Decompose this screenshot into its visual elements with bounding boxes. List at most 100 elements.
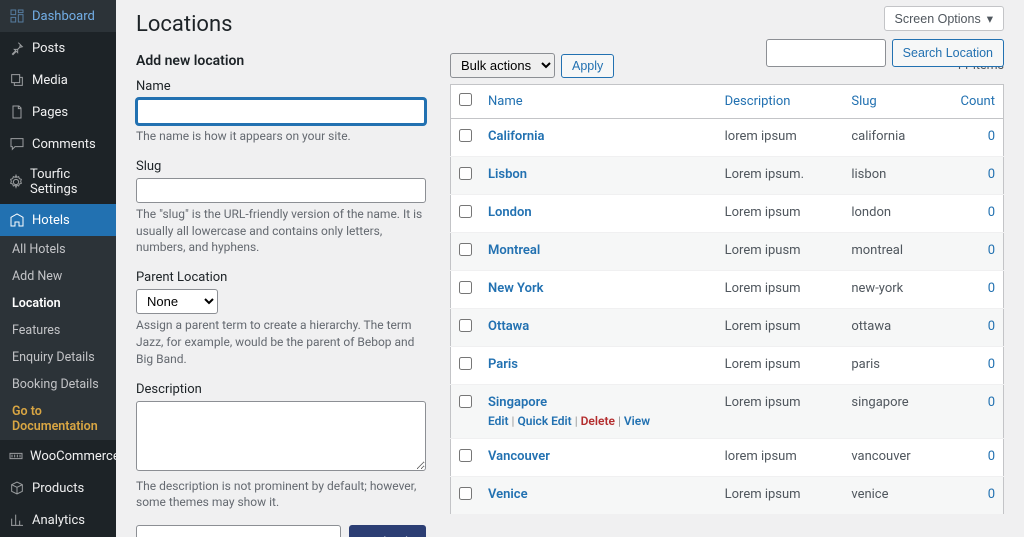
slug-input[interactable] xyxy=(136,178,426,203)
location-name-link[interactable]: Singapore xyxy=(488,395,547,410)
table-row: London Lorem ipsumlondon 0 xyxy=(451,195,1004,233)
parent-label: Parent Location xyxy=(136,270,426,285)
row-checkbox[interactable] xyxy=(459,487,472,500)
location-count-link[interactable]: 0 xyxy=(988,167,995,182)
location-description: Lorem ipsum xyxy=(717,195,844,233)
sidebar-item-woocommerce[interactable]: WooCommerce xyxy=(0,440,116,472)
sidebar-item-comments[interactable]: Comments xyxy=(0,128,116,160)
location-name-link[interactable]: Ottawa xyxy=(488,319,529,334)
bulk-actions-select[interactable]: Bulk actions xyxy=(450,53,555,78)
location-count-link[interactable]: 0 xyxy=(988,281,995,296)
location-description: Lorem ipsum xyxy=(717,385,844,439)
sidebar-item-label: Analytics xyxy=(32,513,85,528)
location-description: lorem ipsum xyxy=(717,439,844,477)
apply-button[interactable]: Apply xyxy=(561,54,614,78)
quick-edit-link[interactable]: Quick Edit xyxy=(517,414,571,428)
upload-button[interactable]: Upload xyxy=(349,525,426,537)
location-count-link[interactable]: 0 xyxy=(988,395,995,410)
location-description: Lorem ipsum xyxy=(717,271,844,309)
main-content: Screen Options ▾ Search Location Locatio… xyxy=(116,0,1024,537)
submenu-item-go-to-documentation[interactable]: Go to Documentation xyxy=(0,398,116,440)
row-checkbox[interactable] xyxy=(459,281,472,294)
row-checkbox[interactable] xyxy=(459,449,472,462)
name-input[interactable] xyxy=(136,98,426,125)
chart-icon xyxy=(8,511,26,529)
sidebar-item-label: Posts xyxy=(32,41,65,56)
sidebar-item-products[interactable]: Products xyxy=(0,472,116,504)
col-head-count[interactable]: Count xyxy=(944,85,1004,119)
col-head-name[interactable]: Name xyxy=(480,85,717,119)
location-count-link[interactable]: 0 xyxy=(988,129,995,144)
location-description: Lorem ipsum xyxy=(717,309,844,347)
parent-select[interactable]: None xyxy=(136,289,218,314)
row-checkbox[interactable] xyxy=(459,395,472,408)
location-name-link[interactable]: Lisbon xyxy=(488,167,527,182)
submenu-item-enquiry-details[interactable]: Enquiry Details xyxy=(0,344,116,371)
woo-icon xyxy=(8,447,24,465)
pin-icon xyxy=(8,39,26,57)
row-checkbox[interactable] xyxy=(459,357,472,370)
search-location-button[interactable]: Search Location xyxy=(892,39,1004,67)
sidebar-item-hotels[interactable]: Hotels xyxy=(0,204,116,236)
location-description: Lorem ipsum xyxy=(717,477,844,515)
row-checkbox[interactable] xyxy=(459,167,472,180)
location-name-link[interactable]: Venice xyxy=(488,487,528,502)
media-icon xyxy=(8,71,26,89)
location-count-link[interactable]: 0 xyxy=(988,243,995,258)
location-name-link[interactable]: Vancouver xyxy=(488,449,550,464)
dashboard-icon xyxy=(8,7,26,25)
location-count-link[interactable]: 0 xyxy=(988,205,995,220)
location-slug: ottawa xyxy=(843,309,943,347)
upload-input[interactable] xyxy=(136,525,341,537)
sidebar-item-pages[interactable]: Pages xyxy=(0,96,116,128)
location-description: lorem ipsum xyxy=(717,119,844,157)
location-name-link[interactable]: Paris xyxy=(488,357,518,372)
sidebar-item-label: Products xyxy=(32,481,84,496)
location-name-link[interactable]: London xyxy=(488,205,532,220)
submenu-item-add-new[interactable]: Add New xyxy=(0,263,116,290)
location-name-link[interactable]: Montreal xyxy=(488,243,540,258)
row-checkbox[interactable] xyxy=(459,129,472,142)
location-count-link[interactable]: 0 xyxy=(988,319,995,334)
sidebar-item-posts[interactable]: Posts xyxy=(0,32,116,64)
location-slug: paris xyxy=(843,347,943,385)
search-input[interactable] xyxy=(766,39,886,67)
add-location-form: Add new location Name The name is how it… xyxy=(136,53,426,537)
location-name-link[interactable]: California xyxy=(488,129,545,144)
sidebar-item-dashboard[interactable]: Dashboard xyxy=(0,0,116,32)
location-count-link[interactable]: 0 xyxy=(988,449,995,464)
row-checkbox[interactable] xyxy=(459,243,472,256)
location-slug: lisbon xyxy=(843,157,943,195)
location-name-link[interactable]: New York xyxy=(488,281,544,296)
location-count-link[interactable]: 0 xyxy=(988,487,995,502)
sidebar-item-label: WooCommerce xyxy=(30,449,116,464)
sidebar-item-analytics[interactable]: Analytics xyxy=(0,504,116,536)
location-slug: montreal xyxy=(843,233,943,271)
location-description: Lorem ipsum xyxy=(717,347,844,385)
submenu-item-all-hotels[interactable]: All Hotels xyxy=(0,236,116,263)
submenu-item-location[interactable]: Location xyxy=(0,290,116,317)
page-icon xyxy=(8,103,26,121)
location-slug: singapore xyxy=(843,385,943,439)
submenu-item-features[interactable]: Features xyxy=(0,317,116,344)
edit-link[interactable]: Edit xyxy=(488,414,509,428)
sidebar-item-label: Media xyxy=(32,73,68,88)
description-textarea[interactable] xyxy=(136,401,426,471)
view-link[interactable]: View xyxy=(624,414,650,428)
description-help-text: The description is not prominent by defa… xyxy=(136,478,426,512)
col-head-slug[interactable]: Slug xyxy=(843,85,943,119)
location-slug: london xyxy=(843,195,943,233)
sidebar-item-tourfic-settings[interactable]: Tourfic Settings xyxy=(0,160,116,204)
locations-table: Name Description Slug Count California lo… xyxy=(450,84,1004,515)
col-head-description[interactable]: Description xyxy=(717,85,844,119)
submenu-item-booking-details[interactable]: Booking Details xyxy=(0,371,116,398)
delete-link[interactable]: Delete xyxy=(581,414,615,428)
screen-options-button[interactable]: Screen Options ▾ xyxy=(884,6,1004,31)
location-count-link[interactable]: 0 xyxy=(988,357,995,372)
select-all-checkbox[interactable] xyxy=(459,93,472,106)
sidebar-item-media[interactable]: Media xyxy=(0,64,116,96)
admin-sidebar: Dashboard Posts Media PagesComments Tourfic … xyxy=(0,0,116,537)
row-checkbox[interactable] xyxy=(459,205,472,218)
sidebar-item-label: Tourfic Settings xyxy=(30,167,108,197)
row-checkbox[interactable] xyxy=(459,319,472,332)
